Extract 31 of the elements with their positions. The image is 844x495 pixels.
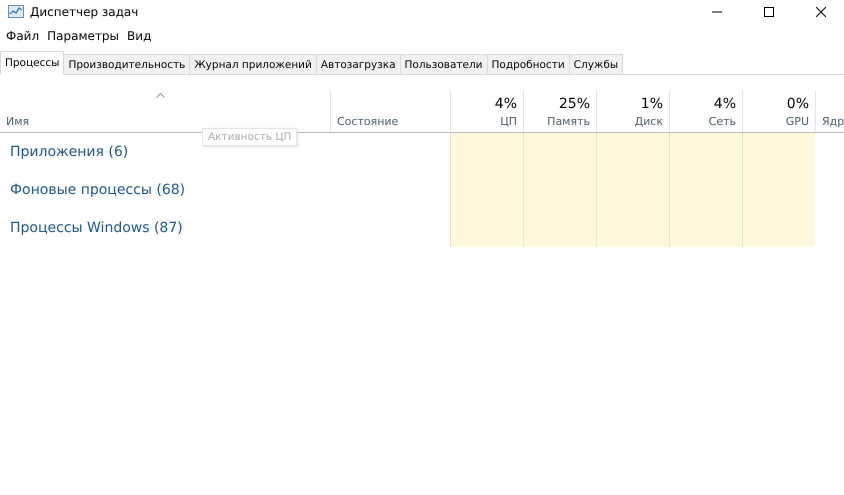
tooltip: Активность ЦП <box>202 128 298 146</box>
task-manager-icon <box>8 5 24 19</box>
column-header[interactable]: Имя <box>6 115 30 128</box>
tab[interactable]: Подробности <box>486 54 570 74</box>
tab[interactable]: Журнал приложений <box>189 54 317 74</box>
column-header[interactable]: ЦП <box>500 115 517 128</box>
column-header[interactable]: GPU <box>786 115 809 128</box>
column-header[interactable]: Диск <box>634 115 663 128</box>
menu-item[interactable]: Файл <box>2 29 44 43</box>
column-header[interactable]: Состояние <box>337 115 398 128</box>
tab[interactable]: Автозагрузка <box>316 54 401 74</box>
tab[interactable]: Службы <box>568 54 624 74</box>
tab[interactable]: Процессы <box>0 51 64 75</box>
window-title: Диспетчер задач <box>30 5 140 19</box>
group-header[interactable]: Процессы Windows (87) <box>0 220 183 236</box>
column-header[interactable]: Сеть <box>708 115 736 128</box>
usage-value: 25% <box>558 96 590 112</box>
tab[interactable]: Производительность <box>63 54 190 74</box>
usage-value: 4% <box>714 96 736 112</box>
group-header[interactable]: Фоновые процессы (68) <box>0 182 186 198</box>
column-header[interactable]: Ядр <box>822 115 844 128</box>
usage-value: 0% <box>786 96 809 112</box>
column-header[interactable]: Память <box>547 115 590 128</box>
tab[interactable]: Пользователи <box>400 54 488 74</box>
usage-value: 4% <box>494 96 517 112</box>
close-icon <box>816 7 826 17</box>
menu-item[interactable]: Вид <box>123 29 156 43</box>
maximize-icon <box>764 7 774 17</box>
menu-item[interactable]: Параметры <box>43 29 124 43</box>
group-header[interactable]: Приложения (6) <box>0 144 128 160</box>
usage-value: 1% <box>640 96 663 112</box>
